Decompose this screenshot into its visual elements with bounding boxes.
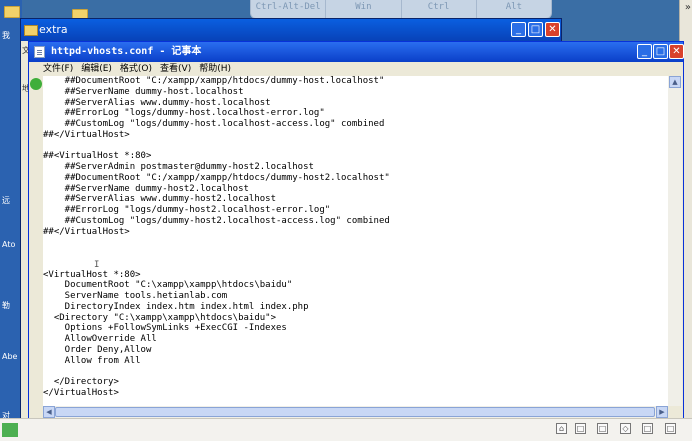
- tray-icon[interactable]: □: [665, 423, 676, 434]
- text-line: </VirtualHost>: [43, 387, 119, 398]
- notepad-window: httpd-vhosts.conf - 记事本 文件(F) 编辑(E) 格式(O…: [28, 41, 684, 429]
- text-line: ##ErrorLog "logs/dummy-host2.localhost-e…: [43, 205, 331, 215]
- text-line: </Directory>: [43, 377, 119, 387]
- ctrl-key[interactable]: Ctrl: [402, 0, 477, 18]
- notepad-text-area[interactable]: ##DocumentRoot "C:/xampp/xampp/htdocs/du…: [43, 76, 668, 406]
- refresh-icon[interactable]: [30, 78, 42, 90]
- close-button[interactable]: ✕: [545, 22, 560, 37]
- text-line: [43, 259, 668, 270]
- text-line: ##CustomLog "logs/dummy-host2.localhost-…: [43, 215, 390, 226]
- text-line: [43, 237, 668, 248]
- notepad-menu-bar: 文件(F) 编辑(E) 格式(O) 查看(V) 帮助(H): [29, 62, 683, 76]
- horizontal-scroll-thumb[interactable]: [55, 407, 655, 417]
- notepad-icon: [34, 46, 45, 58]
- text-line: ##</VirtualHost>: [43, 226, 130, 237]
- text-line: <Directory "C:\xampp\xampp\htdocs\baidu"…: [43, 312, 276, 323]
- text-line: AllowOverride All: [43, 334, 157, 344]
- ctrl-alt-del-key[interactable]: Ctrl-Alt-Del: [251, 0, 327, 18]
- remote-key-toolbar: Ctrl-Alt-Del Win Ctrl Alt: [250, 0, 552, 19]
- desktop-label[interactable]: Ato: [2, 240, 15, 249]
- menu-format[interactable]: 格式(O): [120, 62, 152, 76]
- taskbar: ⌂ □ □ ◇ □ □: [0, 418, 692, 441]
- left-gutter: [29, 76, 43, 418]
- tray-icon[interactable]: ◇: [620, 423, 631, 434]
- scroll-left-icon[interactable]: ◀: [43, 406, 55, 418]
- desktop-label[interactable]: Abe: [2, 352, 17, 361]
- minimize-button[interactable]: _: [511, 22, 526, 37]
- text-line: ##DocumentRoot "C:/xampp/xampp/htdocs/du…: [43, 172, 390, 183]
- notepad-title: httpd-vhosts.conf - 记事本: [51, 46, 202, 57]
- horizontal-scrollbar[interactable]: ◀ ▶: [43, 406, 668, 418]
- text-line: ServerName tools.hetianlab.com: [43, 291, 228, 301]
- desktop-label[interactable]: 远: [2, 195, 10, 206]
- text-line: ##ServerAdmin postmaster@dummy-host2.loc…: [43, 162, 314, 172]
- tray-icon[interactable]: □: [642, 423, 653, 434]
- text-line: DirectoryIndex index.htm index.html inde…: [43, 301, 309, 312]
- menu-view[interactable]: 查看(V): [160, 62, 191, 76]
- tray-icon[interactable]: □: [597, 423, 608, 434]
- explorer-title-bar[interactable]: extra _ □ ✕: [21, 19, 561, 41]
- folder-icon: [24, 25, 38, 36]
- vertical-scrollbar[interactable]: ▲: [668, 76, 682, 406]
- menu-file[interactable]: 文件(F): [43, 62, 73, 76]
- explorer-title: extra: [39, 23, 68, 36]
- text-line: [43, 141, 668, 152]
- text-line: ##ServerAlias www.dummy-host.localhost: [43, 97, 271, 108]
- menu-edit[interactable]: 编辑(E): [81, 62, 112, 76]
- text-line: ##<VirtualHost *:80>: [43, 151, 152, 162]
- chevron-right-icon[interactable]: »: [685, 2, 691, 13]
- text-line: ##ErrorLog "logs/dummy-host.localhost-er…: [43, 108, 325, 119]
- notepad-close-button[interactable]: ✕: [669, 44, 684, 59]
- maximize-button[interactable]: □: [528, 22, 543, 37]
- text-line: ##ServerName dummy-host.localhost: [43, 86, 244, 97]
- text-line: ##CustomLog "logs/dummy-host.localhost-a…: [43, 119, 385, 129]
- win-key[interactable]: Win: [326, 0, 402, 18]
- text-line: ##ServerName dummy-host2.localhost: [43, 183, 249, 194]
- text-line: Options +FollowSymLinks +ExecCGI -Indexe…: [43, 323, 287, 334]
- desktop-icon-strip: 我 远 Ato 勒 Abe 对: [0, 0, 22, 440]
- notepad-title-bar[interactable]: httpd-vhosts.conf - 记事本: [29, 42, 683, 62]
- text-line: [43, 248, 668, 259]
- notepad-maximize-button[interactable]: □: [653, 44, 668, 59]
- text-cursor-icon: I: [94, 260, 100, 270]
- text-line: Order Deny,Allow: [43, 344, 152, 355]
- text-line: <VirtualHost *:80>: [43, 269, 141, 280]
- notepad-minimize-button[interactable]: _: [637, 44, 652, 59]
- scroll-right-icon[interactable]: ▶: [656, 406, 668, 418]
- tray-icon[interactable]: □: [575, 423, 586, 434]
- tray-icon[interactable]: ⌂: [556, 423, 567, 434]
- start-icon[interactable]: [2, 423, 18, 437]
- scroll-up-icon[interactable]: ▲: [669, 76, 681, 88]
- text-line: Allow from All: [43, 355, 141, 366]
- text-line: DocumentRoot "C:\xampp\xampp\htdocs\baid…: [43, 280, 293, 291]
- desktop-label[interactable]: 我: [2, 30, 10, 41]
- text-line: ##ServerAlias www.dummy-host2.localhost: [43, 194, 276, 205]
- folder-icon[interactable]: [4, 6, 20, 18]
- alt-key[interactable]: Alt: [477, 0, 551, 18]
- text-line: ##</VirtualHost>: [43, 129, 130, 140]
- text-line: [43, 366, 668, 377]
- desktop-label[interactable]: 勒: [2, 300, 10, 311]
- text-line: ##DocumentRoot "C:/xampp/xampp/htdocs/du…: [43, 76, 385, 86]
- menu-help[interactable]: 帮助(H): [199, 62, 231, 76]
